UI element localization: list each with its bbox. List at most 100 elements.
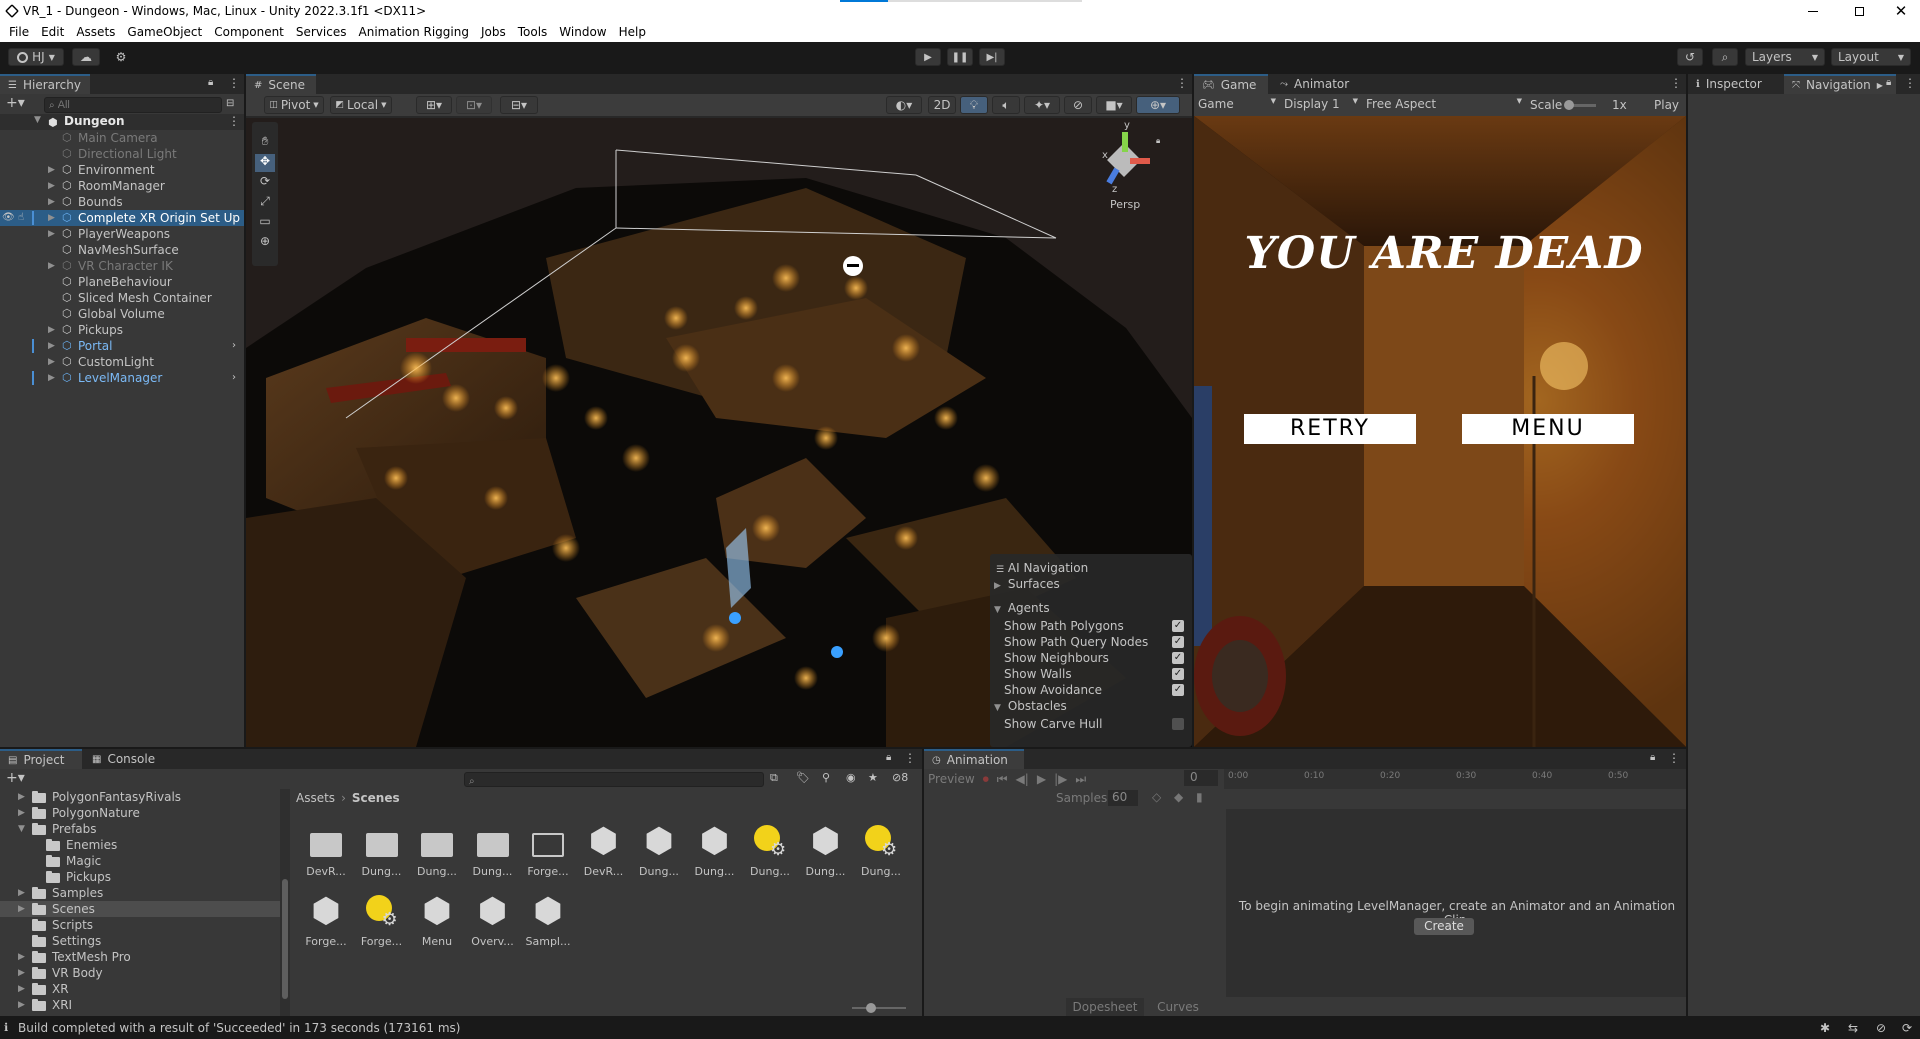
folder-tree-item[interactable]: Magic	[0, 853, 280, 869]
samples-field[interactable]: 60	[1108, 790, 1138, 806]
pivot-dropdown[interactable]: ◫ Pivot ▼	[264, 96, 324, 114]
nav-option[interactable]: Show Path Polygons ✓	[1004, 618, 1186, 634]
tab-hierarchy[interactable]: ☰ Hierarchy	[0, 74, 90, 94]
nav-option[interactable]: Show Walls ✓	[1004, 666, 1186, 682]
folder-tree-item[interactable]: Settings	[0, 933, 280, 949]
hierarchy-item[interactable]: ▶ ⬡ Bounds	[0, 194, 244, 210]
hidden-objects-toggle[interactable]: ⊘	[1064, 96, 1092, 114]
cloud-button[interactable]: ☁	[72, 48, 100, 66]
chevron-right-icon[interactable]: ▶	[48, 338, 58, 354]
menu-item-help[interactable]: Help	[613, 25, 652, 39]
more-menu-icon[interactable]: ⋮	[228, 114, 240, 128]
layers-dropdown[interactable]: Layers ▼	[1745, 48, 1825, 66]
checkbox[interactable]: ✓	[1172, 636, 1184, 648]
menu-item-gameobject[interactable]: GameObject	[121, 25, 208, 39]
asset-item[interactable]: Dung...	[409, 821, 465, 878]
search-by-type-icon[interactable]: ⧉	[770, 771, 778, 785]
toggle-2d-button[interactable]: 2D	[928, 96, 956, 114]
snap-grid-button[interactable]: ⊞▾	[416, 96, 452, 114]
checkbox[interactable]: ✓	[1172, 652, 1184, 664]
chevron-right-icon[interactable]: ▶	[48, 194, 58, 210]
asset-item[interactable]: Dung...	[465, 821, 521, 878]
asset-item[interactable]: Dung...	[354, 821, 410, 878]
agents-foldout[interactable]: ▼ Agents	[994, 600, 1050, 616]
hierarchy-item[interactable]: ▶ ⬡ PlayerWeapons	[0, 226, 244, 242]
gizmos-dropdown[interactable]: ⊕▾	[1136, 96, 1180, 114]
folder-tree-item[interactable]: ▶ XR	[0, 981, 280, 997]
debug-icon[interactable]: ✱	[1820, 1021, 1830, 1035]
preview-button[interactable]: Preview	[928, 772, 975, 786]
hierarchy-filter-icon[interactable]: ⊟	[226, 98, 234, 109]
hierarchy-item[interactable]: ▶ ⬡ Environment	[0, 162, 244, 178]
obstacle-option[interactable]: Show Carve Hull	[1004, 716, 1186, 732]
slider-thumb[interactable]	[866, 1003, 876, 1013]
scale-tool-icon[interactable]: ⤢	[255, 194, 275, 212]
tab-animator[interactable]: ⤳ Animator	[1272, 74, 1362, 94]
progress-icon[interactable]: ⟳	[1902, 1021, 1912, 1035]
folder-tree-item[interactable]: ▶ PolygonFantasyRivals	[0, 789, 280, 805]
chevron-right-icon[interactable]: ▶	[48, 370, 58, 386]
asset-item[interactable]: DevR...	[298, 821, 354, 878]
add-asset-button[interactable]: +▾	[6, 770, 25, 786]
asset-item[interactable]: ⬢ Forge...	[298, 891, 354, 948]
move-tool-icon[interactable]: ✥	[255, 154, 275, 172]
package-icon[interactable]: ◉	[846, 771, 856, 784]
retry-button[interactable]: RETRY	[1244, 414, 1416, 444]
chevron-right-icon[interactable]: ▶	[48, 322, 58, 338]
menu-item-services[interactable]: Services	[290, 25, 353, 39]
more-menu-icon[interactable]: ⋮	[1668, 751, 1680, 765]
hierarchy-item[interactable]: 👁︎ ☝︎ ▶ ⬡ Complete XR Origin Set Up ›	[0, 210, 244, 226]
chevron-right-icon[interactable]: ▶	[48, 178, 58, 194]
scene-root-row[interactable]: ▼ ⬢ Dungeon ⋮	[0, 114, 244, 130]
orientation-gizmo[interactable]: 🔒︎ y x z Persp	[1086, 120, 1166, 212]
tab-animation[interactable]: ◷ Animation	[924, 749, 1024, 769]
hierarchy-search[interactable]: ⌕	[44, 97, 222, 113]
record-icon[interactable]: ⏺	[983, 772, 989, 787]
folder-tree-item[interactable]: ▼ Prefabs	[0, 821, 280, 837]
menu-item-window[interactable]: Window	[553, 25, 612, 39]
checkbox[interactable]: ✓	[1172, 668, 1184, 680]
checkbox[interactable]	[1172, 718, 1184, 730]
breadcrumb-assets[interactable]: Assets	[296, 791, 335, 805]
more-menu-icon[interactable]: ⋮	[1176, 76, 1188, 90]
scale-slider-thumb[interactable]	[1564, 100, 1574, 110]
project-search[interactable]: ⌕	[464, 772, 764, 787]
minimize-button[interactable]	[1790, 0, 1836, 22]
visibility-icon[interactable]: 👁︎	[2, 210, 15, 226]
maximize-button[interactable]	[1836, 0, 1882, 22]
hierarchy-item[interactable]: ⬡ Global Volume	[0, 306, 244, 322]
close-button[interactable]: ✕	[1882, 0, 1920, 22]
camera-dropdown[interactable]: ■▾	[1096, 96, 1132, 114]
menu-item-file[interactable]: File	[3, 25, 35, 39]
chevron-right-icon[interactable]: ›	[232, 370, 236, 386]
frame-field[interactable]: 0	[1184, 770, 1218, 786]
persp-label[interactable]: Persp	[1110, 198, 1140, 211]
add-event-icon[interactable]: ◆	[1174, 790, 1183, 804]
hierarchy-item[interactable]: ⬡ NavMeshSurface	[0, 242, 244, 258]
pickable-icon[interactable]: ☝︎	[18, 210, 24, 226]
hierarchy-item[interactable]: ▶ ⬡ Pickups	[0, 322, 244, 338]
folder-tree-item[interactable]: ▶ TextMesh Pro	[0, 949, 280, 965]
chevron-right-icon[interactable]: ›	[232, 210, 236, 226]
folder-tree-item[interactable]: Scripts	[0, 917, 280, 933]
asset-item[interactable]: ⬢ Overv...	[465, 891, 521, 948]
obstacles-foldout[interactable]: ▼ Obstacles	[994, 698, 1067, 714]
asset-item[interactable]: ⬢ Menu	[409, 891, 465, 948]
asset-item[interactable]: ⬢ DevR...	[576, 821, 632, 878]
hierarchy-item[interactable]: ▶ ⬡ Portal ›	[0, 338, 244, 354]
hierarchy-search-input[interactable]	[57, 99, 208, 111]
game-viewport[interactable]: YOU ARE DEAD RETRY MENU	[1194, 116, 1686, 747]
audio-toggle[interactable]: 🔈︎	[992, 96, 1020, 114]
hierarchy-item[interactable]: ▶ ⬡ VR Character IK	[0, 258, 244, 274]
account-dropdown[interactable]: HJ ▼	[8, 48, 64, 66]
folder-tree-item[interactable]: ▶ XRI	[0, 997, 280, 1013]
chevron-down-icon[interactable]: ▼	[18, 821, 28, 837]
lock-icon[interactable]: 🔒︎	[1650, 752, 1655, 763]
add-keyframe-icon[interactable]: ◇	[1152, 790, 1161, 804]
favorite-star-icon[interactable]: ★	[868, 771, 878, 784]
lock-icon[interactable]: 🔒︎	[1156, 136, 1160, 146]
nav-option[interactable]: Show Avoidance ✓	[1004, 682, 1186, 698]
hierarchy-item[interactable]: ⬡ Sliced Mesh Container	[0, 290, 244, 306]
folder-tree-item[interactable]: Enemies	[0, 837, 280, 853]
hierarchy-item[interactable]: ▶ ⬡ CustomLight	[0, 354, 244, 370]
